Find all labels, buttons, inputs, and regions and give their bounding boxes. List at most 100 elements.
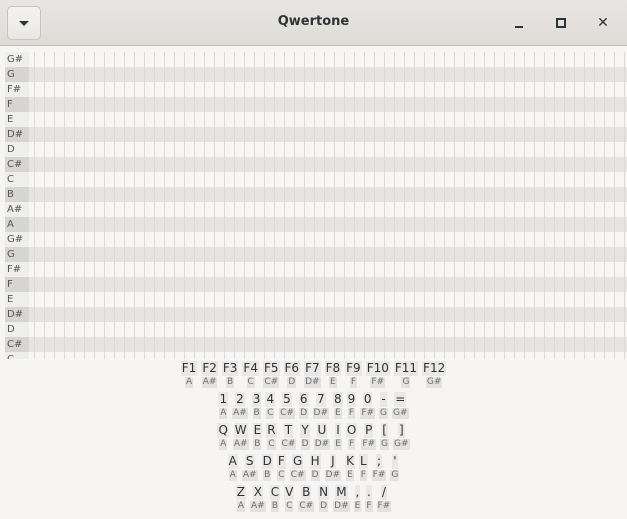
key[interactable]: W A# xyxy=(232,423,249,450)
key[interactable]: 3B xyxy=(251,392,262,419)
key[interactable]: QA xyxy=(217,423,229,450)
key[interactable]: -G xyxy=(379,392,389,419)
key[interactable]: DB xyxy=(261,454,273,481)
roll-row[interactable]: E xyxy=(5,292,627,307)
roll-row[interactable]: A# xyxy=(5,202,627,217)
key[interactable]: RC xyxy=(266,423,277,450)
key[interactable]: 7 D# xyxy=(312,392,330,419)
key[interactable]: 5 C# xyxy=(279,392,295,419)
key[interactable]: ND xyxy=(318,485,330,512)
roll-row[interactable]: C xyxy=(5,352,627,359)
key[interactable]: CB xyxy=(269,485,281,512)
key[interactable]: F2 A# xyxy=(201,361,218,388)
roll-row[interactable]: E xyxy=(5,112,627,127)
window-title: Qwertone xyxy=(277,14,350,29)
note-label: D xyxy=(5,322,29,337)
roll-row[interactable]: D# xyxy=(5,307,627,322)
key-note: C xyxy=(246,377,255,388)
key[interactable]: ; F# xyxy=(371,454,387,481)
key-label: Y xyxy=(300,423,310,438)
key[interactable]: AA xyxy=(227,454,238,481)
key[interactable]: 1A xyxy=(218,392,229,419)
roll-row[interactable]: F# xyxy=(5,82,627,97)
key[interactable]: X A# xyxy=(250,485,266,512)
key[interactable]: M D# xyxy=(333,485,350,512)
key-note: E xyxy=(329,377,337,388)
key[interactable]: F8 E xyxy=(324,361,342,388)
key[interactable]: [G xyxy=(380,423,390,450)
roll-row[interactable]: C xyxy=(5,172,627,187)
key[interactable]: ,E xyxy=(353,485,362,512)
key-note: G xyxy=(390,470,400,481)
note-label: G# xyxy=(5,232,29,247)
key[interactable]: 9F xyxy=(346,392,357,419)
roll-row[interactable]: D xyxy=(5,322,627,337)
roll-row[interactable]: C# xyxy=(5,337,627,352)
key-note: D# xyxy=(333,501,350,512)
key[interactable]: 2 A# xyxy=(232,392,248,419)
key[interactable]: EB xyxy=(252,423,263,450)
key[interactable]: F9 F xyxy=(345,361,362,388)
key-label: Z xyxy=(235,485,247,500)
key[interactable]: U D# xyxy=(313,423,331,450)
key-note: F# xyxy=(376,501,392,512)
key[interactable]: / F# xyxy=(376,485,392,512)
key-label: 1 xyxy=(218,392,229,407)
key[interactable]: F5 C# xyxy=(262,361,280,388)
roll-row[interactable]: G xyxy=(5,247,627,262)
key[interactable]: F7 D# xyxy=(304,361,321,388)
key[interactable]: VC xyxy=(284,485,295,512)
roll-row[interactable]: D# xyxy=(5,127,627,142)
key[interactable]: 0 F# xyxy=(360,392,376,419)
key[interactable]: YD xyxy=(300,423,310,450)
roll-row[interactable]: F xyxy=(5,97,627,112)
roll-row[interactable]: F xyxy=(5,277,627,292)
key[interactable]: F1 A xyxy=(180,361,198,388)
roll-row[interactable]: G# xyxy=(5,232,627,247)
close-button[interactable]: ✕ xyxy=(591,11,615,35)
roll-row[interactable]: C# xyxy=(5,157,627,172)
key[interactable]: = G# xyxy=(392,392,409,419)
key[interactable]: ] G# xyxy=(393,423,410,450)
roll-row[interactable]: G# xyxy=(5,52,627,67)
key[interactable]: G C# xyxy=(289,454,306,481)
key[interactable]: F4 C xyxy=(242,361,259,388)
key-note: G xyxy=(380,439,390,450)
key-note: A xyxy=(236,501,245,512)
key[interactable]: S A# xyxy=(241,454,258,481)
key[interactable]: F10 F# xyxy=(365,361,390,388)
minimize-button[interactable] xyxy=(507,11,531,35)
key[interactable]: ZA xyxy=(235,485,247,512)
key[interactable]: KE xyxy=(345,454,355,481)
key[interactable]: FC xyxy=(276,454,286,481)
key[interactable]: P F# xyxy=(361,423,377,450)
key[interactable]: 4C xyxy=(265,392,276,419)
key-note: B xyxy=(252,408,261,419)
roll-row[interactable]: G xyxy=(5,67,627,82)
key[interactable]: ' G xyxy=(390,454,400,481)
roll-row[interactable]: F# xyxy=(5,262,627,277)
roll-row[interactable]: B xyxy=(5,187,627,202)
key[interactable]: T C# xyxy=(280,423,297,450)
key-label: 8 xyxy=(333,392,343,407)
key-note: B xyxy=(263,470,272,481)
key[interactable]: LF xyxy=(358,454,368,481)
roll-row[interactable]: A xyxy=(5,217,627,232)
key[interactable]: OF xyxy=(345,423,358,450)
key[interactable]: F12 G# xyxy=(422,361,447,388)
key[interactable]: F6 D xyxy=(283,361,301,388)
key-label: A xyxy=(227,454,238,469)
key[interactable]: J D# xyxy=(324,454,342,481)
maximize-button[interactable] xyxy=(549,11,573,35)
roll-row[interactable]: D xyxy=(5,142,627,157)
key-note: B xyxy=(270,501,279,512)
key[interactable]: F3 B xyxy=(221,361,239,388)
key[interactable]: F11 G xyxy=(393,361,419,388)
key[interactable]: IE xyxy=(334,423,342,450)
key[interactable]: 8E xyxy=(333,392,343,419)
key[interactable]: HD xyxy=(309,454,321,481)
key[interactable]: .F xyxy=(365,485,373,512)
key[interactable]: B C# xyxy=(298,485,315,512)
key[interactable]: 6D xyxy=(298,392,309,419)
key-note: D xyxy=(319,501,329,512)
